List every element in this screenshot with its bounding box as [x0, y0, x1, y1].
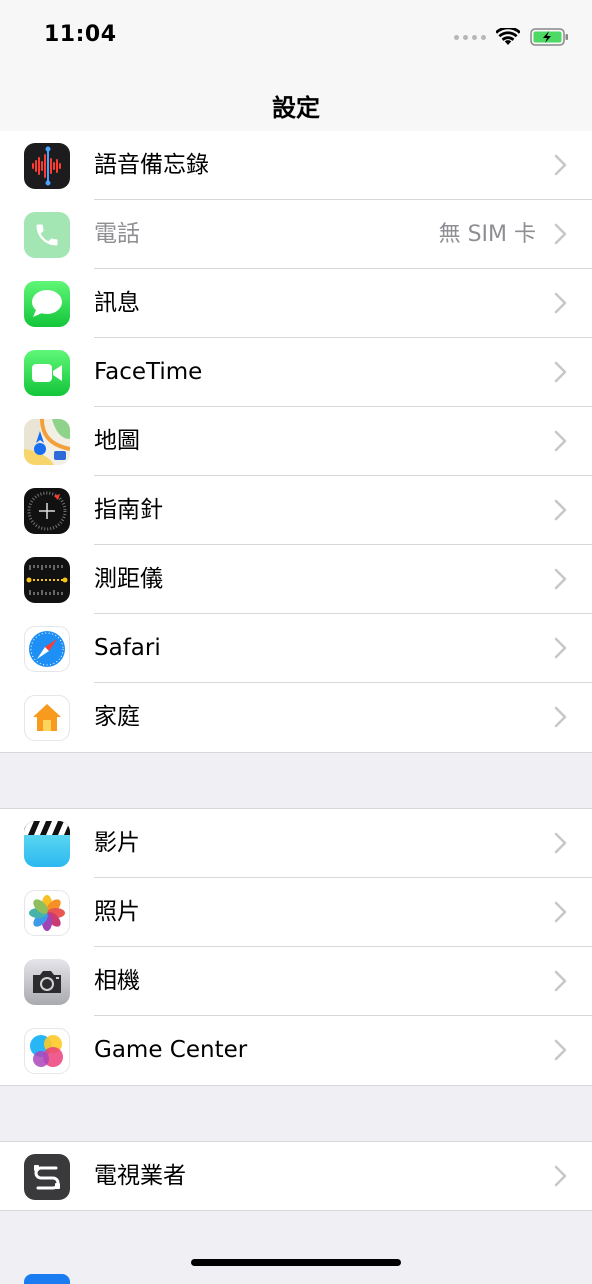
page-title: 設定 [272, 94, 320, 122]
settings-group-apps: 語音備忘錄 電話 無 SIM 卡 訊息 FaceTime 地圖 指南針 測距儀 … [0, 131, 592, 752]
chevron-right-icon [554, 499, 567, 521]
phone-icon [24, 212, 70, 258]
row-label: 訊息 [94, 290, 140, 316]
chevron-right-icon [554, 1165, 567, 1187]
messages-icon [24, 281, 70, 327]
settings-row-videos[interactable]: 影片 [0, 809, 592, 878]
row-label: Game Center [94, 1037, 248, 1063]
row-label: 電話 [94, 221, 140, 247]
tv-provider-icon [24, 1154, 70, 1200]
camera-icon [24, 959, 70, 1005]
top-bar: 11:04 設定 [0, 0, 592, 140]
settings-row-measure[interactable]: 測距儀 [0, 545, 592, 614]
chevron-right-icon [554, 901, 567, 923]
row-label: 家庭 [94, 704, 140, 730]
chevron-right-icon [554, 706, 567, 728]
settings-group-media: 影片 照片 相機 Game Center [0, 809, 592, 1085]
row-label: 地圖 [94, 428, 140, 454]
tv-videos-icon [24, 821, 70, 867]
photos-icon [24, 890, 70, 936]
settings-row-maps[interactable]: 地圖 [0, 407, 592, 476]
settings-row-tv-provider[interactable]: 電視業者 [0, 1142, 592, 1211]
status-icons [454, 24, 570, 50]
settings-row-phone[interactable]: 電話 無 SIM 卡 [0, 200, 592, 269]
chevron-right-icon [554, 970, 567, 992]
compass-icon [24, 488, 70, 534]
group-divider [0, 1085, 592, 1086]
measure-icon [24, 557, 70, 603]
row-label: 影片 [94, 830, 140, 856]
chevron-right-icon [554, 430, 567, 452]
cellular-signal-icon [454, 34, 486, 40]
settings-row-safari[interactable]: Safari [0, 614, 592, 683]
chevron-right-icon [554, 637, 567, 659]
battery-charging-icon [530, 27, 570, 47]
settings-row-photos[interactable]: 照片 [0, 878, 592, 947]
settings-row-home[interactable]: 家庭 [0, 683, 592, 752]
facetime-icon [24, 350, 70, 396]
row-label: FaceTime [94, 359, 203, 385]
group-divider [0, 1210, 592, 1211]
home-indicator[interactable] [191, 1259, 401, 1266]
chevron-right-icon [554, 361, 567, 383]
row-value: 無 SIM 卡 [438, 222, 536, 247]
row-label: 測距儀 [94, 566, 163, 592]
row-label: 語音備忘錄 [94, 152, 209, 178]
settings-row-facetime[interactable]: FaceTime [0, 338, 592, 407]
settings-group-tv-provider: 電視業者 [0, 1142, 592, 1211]
settings-row-camera[interactable]: 相機 [0, 947, 592, 1016]
safari-icon [24, 626, 70, 672]
row-label: 相機 [94, 968, 140, 994]
chevron-right-icon [554, 223, 567, 245]
row-label: 指南針 [94, 497, 163, 523]
row-label: 照片 [94, 899, 140, 925]
maps-icon [24, 419, 70, 465]
row-label: 電視業者 [94, 1163, 186, 1189]
row-label: Safari [94, 635, 161, 661]
status-time: 11:04 [44, 22, 117, 47]
home-app-icon [24, 695, 70, 741]
chevron-right-icon [554, 154, 567, 176]
game-center-icon [24, 1028, 70, 1074]
chevron-right-icon [554, 292, 567, 314]
voice-memos-icon [24, 143, 70, 189]
settings-row-messages[interactable]: 訊息 [0, 269, 592, 338]
chevron-right-icon [554, 1039, 567, 1061]
chevron-right-icon [554, 832, 567, 854]
chevron-right-icon [554, 568, 567, 590]
settings-row-compass[interactable]: 指南針 [0, 476, 592, 545]
wifi-icon [496, 28, 520, 46]
next-row-icon-partial [24, 1274, 70, 1284]
settings-row-voice-memos[interactable]: 語音備忘錄 [0, 131, 592, 200]
settings-row-game-center[interactable]: Game Center [0, 1016, 592, 1085]
group-divider [0, 752, 592, 753]
